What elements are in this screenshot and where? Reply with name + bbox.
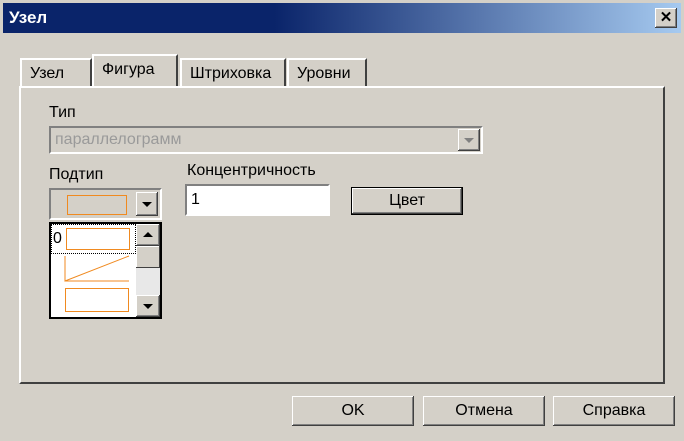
tab-label: Узел <box>30 65 65 82</box>
type-dropdown-button <box>458 129 480 151</box>
type-label: Тип <box>49 104 76 121</box>
subtype-label: Подтип <box>49 166 104 183</box>
tab-panel-figure: Тип параллелограмм Подтип 0 Концентрично… <box>19 86 665 384</box>
tab-levels[interactable]: Уровни <box>287 58 367 86</box>
subtype-list[interactable]: 0 <box>49 222 162 319</box>
tab-hatching[interactable]: Штриховка <box>180 58 286 86</box>
type-value: параллелограмм <box>55 131 182 148</box>
ok-button-label: OK <box>341 402 365 419</box>
color-button-label: Цвет <box>389 192 425 209</box>
window-title: Узел <box>9 8 48 27</box>
tab-figure[interactable]: Фигура <box>92 54 178 86</box>
cancel-button[interactable]: Отмена <box>423 396 545 426</box>
concentricity-input[interactable] <box>185 184 330 216</box>
subtype-list-scrollbar[interactable] <box>136 224 160 317</box>
triangle-shape-icon <box>64 255 130 282</box>
tab-node[interactable]: Узел <box>20 58 92 86</box>
list-item[interactable]: 0 <box>51 224 136 254</box>
tab-label: Штриховка <box>190 65 272 82</box>
rectangle-shape-icon <box>66 228 130 250</box>
dialog-window: Узел ✕ Узел Фигура Штриховка Уровни Тип … <box>0 0 684 441</box>
help-button-label: Справка <box>582 402 646 419</box>
arrow-down-icon <box>143 304 153 309</box>
help-button[interactable]: Справка <box>553 396 675 426</box>
cancel-button-label: Отмена <box>455 402 513 419</box>
subtype-select[interactable] <box>49 188 162 220</box>
tab-label: Уровни <box>297 65 351 82</box>
rectangle-shape-icon <box>65 288 129 312</box>
scroll-up-button[interactable] <box>136 224 160 246</box>
title-bar[interactable]: Узел ✕ <box>3 3 681 33</box>
subtype-dropdown-button[interactable] <box>136 192 158 216</box>
chevron-down-icon <box>464 138 474 143</box>
close-button[interactable]: ✕ <box>655 8 677 28</box>
chevron-down-icon <box>142 202 152 207</box>
list-item-index: 0 <box>53 230 62 247</box>
tab-label: Фигура <box>102 61 155 78</box>
type-select: параллелограмм <box>49 126 483 154</box>
scroll-down-button[interactable] <box>136 295 160 317</box>
color-button[interactable]: Цвет <box>351 187 463 215</box>
concentricity-label: Концентричность <box>187 162 316 179</box>
ok-button[interactable]: OK <box>292 396 414 426</box>
scroll-thumb[interactable] <box>136 246 160 268</box>
close-icon: ✕ <box>659 9 673 26</box>
rectangle-shape-icon <box>67 195 127 215</box>
list-item[interactable] <box>51 254 136 284</box>
arrow-up-icon <box>143 232 153 237</box>
list-item[interactable] <box>51 284 136 314</box>
